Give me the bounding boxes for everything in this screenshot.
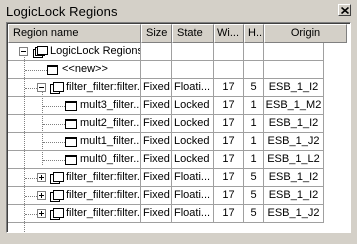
table-row[interactable]: filter_filter:filter... Fixed Floati... … (8, 169, 346, 187)
collapse-toggle[interactable] (37, 83, 46, 92)
column-header-size[interactable]: Size (141, 24, 172, 43)
row-size (141, 43, 172, 61)
row-name: <<new>> (62, 63, 108, 75)
column-header-origin[interactable]: Origin (264, 24, 347, 43)
region-icon (65, 137, 77, 147)
window-title: LogicLock Regions (6, 3, 118, 19)
expand-toggle[interactable] (37, 173, 46, 182)
column-header-width[interactable]: Wi... (214, 24, 244, 43)
column-header-state[interactable]: State (172, 24, 214, 43)
row-state: Locked (172, 133, 214, 151)
row-state: Locked (172, 97, 214, 115)
row-size: Fixed (141, 115, 172, 133)
row-origin: ESB_1_I2 (264, 115, 324, 133)
title-bar: LogicLock Regions (2, 2, 355, 20)
table-row[interactable]: filter_filter:filter... Fixed Floati... … (8, 187, 346, 205)
row-name: mult2_filter... (80, 117, 141, 129)
row-height: 1 (244, 133, 264, 151)
row-size: Fixed (141, 133, 172, 151)
row-state (172, 43, 214, 61)
row-origin: ESB_1_J2 (264, 133, 324, 151)
region-icon (33, 46, 48, 58)
column-header-height[interactable]: H... (244, 24, 264, 43)
row-name: mult1_filter... (80, 135, 141, 147)
row-size: Fixed (141, 97, 172, 115)
row-width: 17 (214, 205, 244, 223)
row-name: mult0_filter... (80, 153, 141, 165)
row-width: 17 (214, 187, 244, 205)
row-state: Floati... (172, 205, 214, 223)
row-origin: ESB_1_L2 (264, 151, 324, 169)
row-state: Floati... (172, 79, 214, 97)
row-height: 5 (244, 205, 264, 223)
table-row[interactable]: <<new>> (8, 61, 346, 79)
region-icon (50, 190, 64, 202)
row-name: filter_filter:filter... (66, 81, 141, 93)
row-size: Fixed (141, 205, 172, 223)
row-state: Locked (172, 115, 214, 133)
row-height: 5 (244, 79, 264, 97)
row-width: 17 (214, 133, 244, 151)
row-origin: ESB_1_I2 (264, 187, 324, 205)
region-icon (65, 101, 77, 111)
row-width: 17 (214, 151, 244, 169)
table-row[interactable]: mult2_filter... Fixed Locked 17 1 ESB_1_… (8, 115, 346, 133)
collapse-toggle[interactable] (19, 47, 28, 56)
row-height: 1 (244, 151, 264, 169)
row-origin: ESB_1_I2 (264, 79, 324, 97)
row-height: 1 (244, 97, 264, 115)
row-height: 5 (244, 187, 264, 205)
row-width: 17 (214, 79, 244, 97)
row-name: LogicLock Regions (50, 45, 141, 57)
row-origin (264, 61, 324, 79)
row-height: 1 (244, 115, 264, 133)
row-origin: ESB_1_M2 (264, 97, 324, 115)
row-width (214, 61, 244, 79)
column-header-row: Region name Size State Wi... H... Origin (8, 24, 347, 43)
region-icon (65, 155, 77, 165)
table-row[interactable]: mult0_filter... Fixed Locked 17 1 ESB_1_… (8, 151, 346, 169)
expand-toggle[interactable] (37, 209, 46, 218)
regions-table-body: LogicLock Regions <<new>> filter_filter:… (8, 43, 346, 232)
table-row[interactable]: mult1_filter... Fixed Locked 17 1 ESB_1_… (8, 133, 346, 151)
row-size: Fixed (141, 151, 172, 169)
table-row[interactable]: filter_filter:filter... Fixed Floati... … (8, 79, 346, 97)
expand-toggle[interactable] (37, 191, 46, 200)
regions-list-view[interactable]: Region name Size State Wi... H... Origin (6, 22, 351, 233)
row-width: 17 (214, 169, 244, 187)
table-row[interactable]: LogicLock Regions (8, 43, 346, 61)
logiclock-regions-window: LogicLock Regions Region name Size State… (0, 0, 357, 244)
row-width: 17 (214, 115, 244, 133)
row-name: filter_filter:filter... (66, 189, 141, 201)
row-name: filter_filter:filter... (66, 171, 141, 183)
row-size: Fixed (141, 169, 172, 187)
row-state: Floati... (172, 169, 214, 187)
row-origin: ESB_1_J2 (264, 205, 324, 223)
row-height (244, 43, 264, 61)
row-state: Locked (172, 151, 214, 169)
row-width: 17 (214, 97, 244, 115)
row-name: filter_filter:filter... (66, 207, 141, 219)
row-height: 5 (244, 169, 264, 187)
row-origin (264, 43, 324, 61)
region-icon (47, 65, 58, 75)
row-height (244, 61, 264, 79)
column-header-region-name[interactable]: Region name (8, 24, 141, 43)
row-width (214, 43, 244, 61)
table-row[interactable]: mult3_filter... Fixed Locked 17 1 ESB_1_… (8, 97, 346, 115)
row-name: mult3_filter... (80, 99, 141, 111)
region-icon (50, 172, 64, 184)
row-size (141, 61, 172, 79)
row-state: Floati... (172, 187, 214, 205)
table-row[interactable]: filter_filter:filter... Fixed Floati... … (8, 205, 346, 223)
row-size: Fixed (141, 187, 172, 205)
row-state (172, 61, 214, 79)
region-icon (65, 119, 77, 129)
close-icon (340, 6, 349, 14)
region-icon (50, 208, 64, 220)
region-icon (50, 82, 64, 94)
close-button[interactable] (338, 4, 351, 16)
row-size: Fixed (141, 79, 172, 97)
row-origin: ESB_1_I2 (264, 169, 324, 187)
